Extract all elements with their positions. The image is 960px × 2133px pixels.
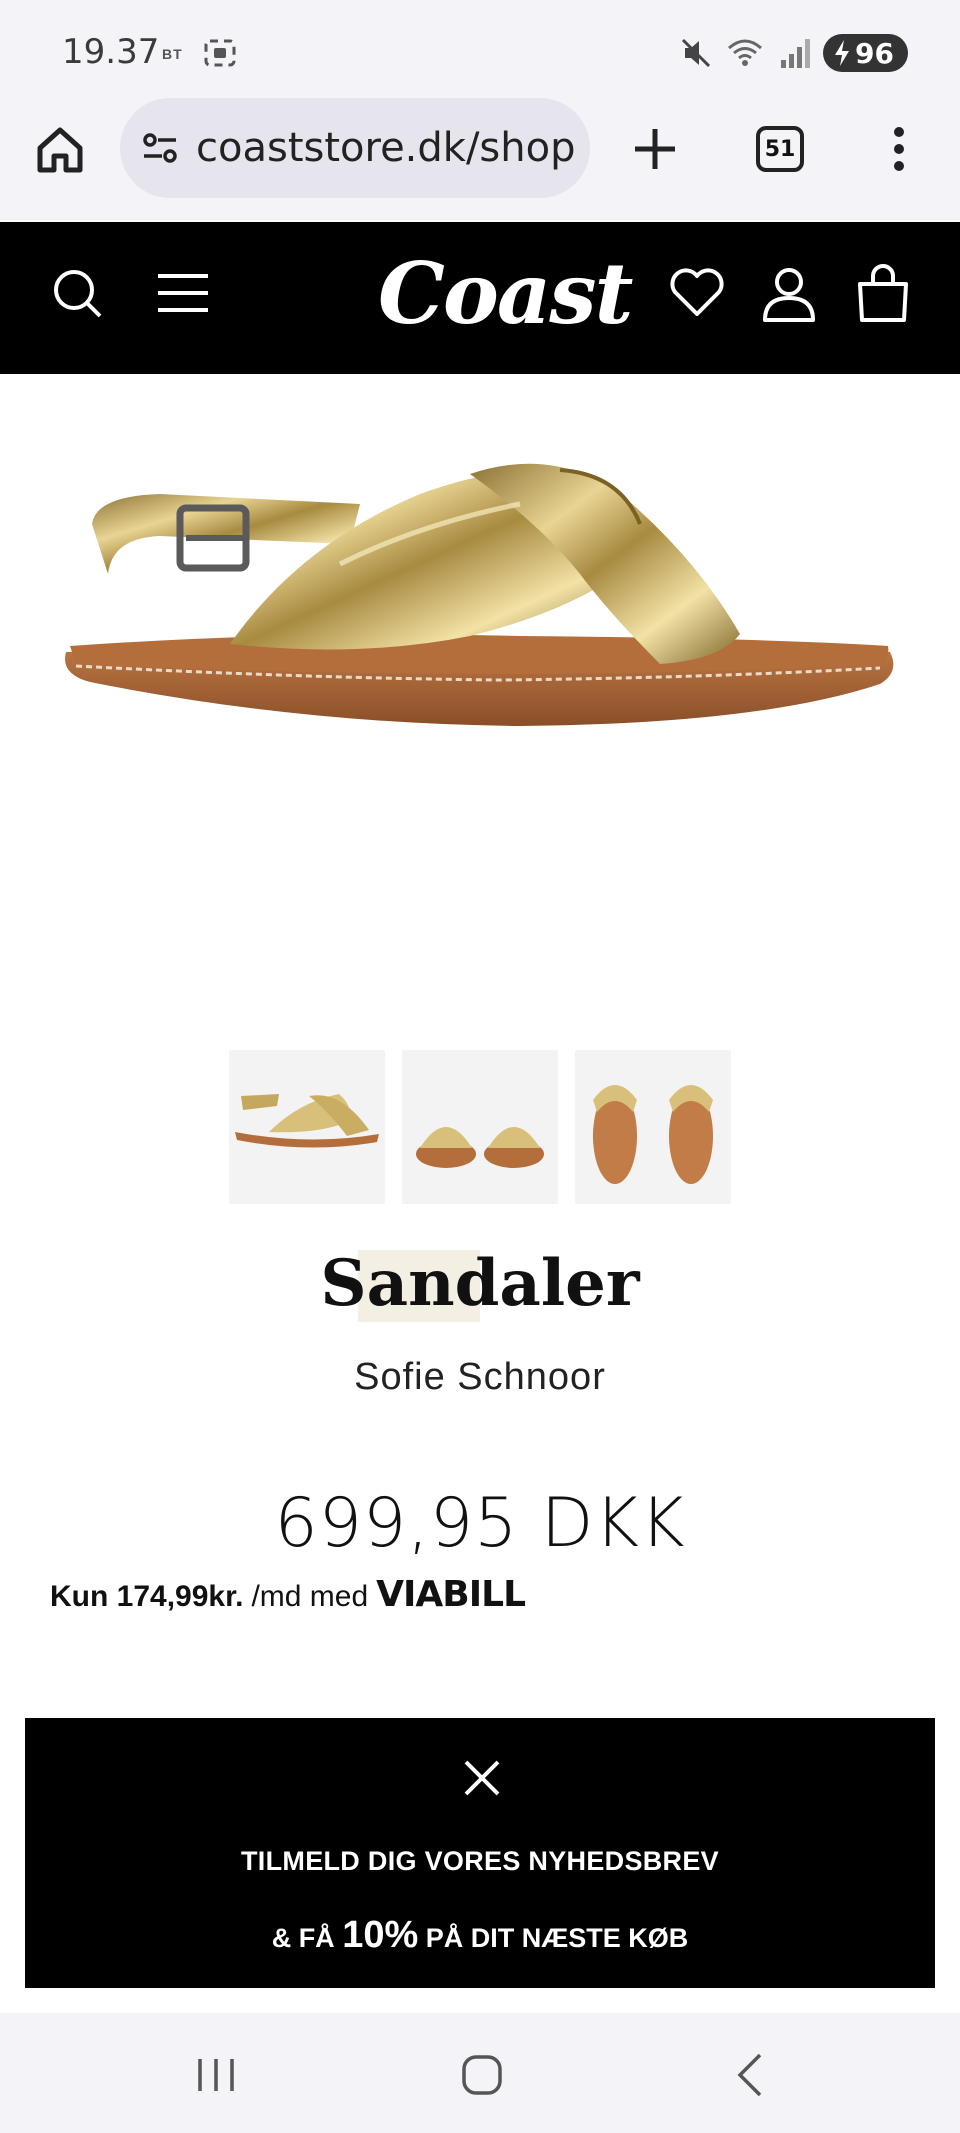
menu-icon[interactable] (152, 262, 214, 324)
thumbnail-back-view[interactable] (575, 1050, 731, 1204)
site-settings-icon[interactable] (140, 128, 180, 168)
tab-switcher-button[interactable]: 51 (756, 126, 804, 172)
recent-apps-icon[interactable] (186, 2045, 246, 2105)
thumbnail-side-view[interactable] (229, 1050, 385, 1204)
screenshot-icon (204, 39, 236, 67)
wishlist-heart-icon[interactable] (666, 262, 728, 324)
newsletter-offer: & FÅ 10% PÅ DIT NÆSTE KØB (25, 1914, 935, 1957)
search-icon[interactable] (46, 262, 108, 324)
url-text[interactable]: coaststore.dk/shop (196, 125, 575, 171)
status-right: 96 (679, 34, 908, 72)
home-icon[interactable] (34, 124, 86, 176)
new-tab-icon[interactable] (630, 124, 680, 174)
offer-discount: 10% (342, 1914, 419, 1956)
signal-icon (781, 39, 811, 68)
offer-suffix: PÅ DIT NÆSTE KØB (425, 1923, 689, 1953)
product-main-image[interactable] (0, 374, 960, 1014)
installment-info[interactable]: Kun 174,99kr. /md med VIABILL (50, 1574, 526, 1615)
close-icon[interactable] (462, 1758, 502, 1798)
charging-icon (835, 40, 850, 66)
mute-icon (681, 38, 711, 68)
account-icon[interactable] (758, 262, 820, 324)
status-time: 19.37 (62, 32, 160, 72)
system-nav-bar (0, 2013, 960, 2133)
status-bt-label: BT (162, 46, 183, 62)
browser-toolbar: coaststore.dk/shop 51 (0, 98, 960, 220)
installment-text: /md med (251, 1580, 369, 1613)
shopping-bag-icon[interactable] (852, 262, 914, 324)
wifi-icon (728, 39, 763, 66)
site-header: Coast (0, 222, 960, 374)
status-bar: 19.37 BT 96 (0, 0, 960, 98)
viabill-logo: VIABILL (376, 1574, 526, 1615)
home-nav-icon[interactable] (452, 2045, 512, 2105)
thumbnail-strip (229, 1050, 731, 1204)
more-options-icon[interactable] (884, 124, 914, 174)
battery-indicator: 96 (823, 34, 908, 72)
thumbnail-front-view[interactable] (402, 1050, 558, 1204)
product-brand[interactable]: Sofie Schnoor (0, 1356, 960, 1399)
address-bar[interactable]: coaststore.dk/shop (120, 98, 590, 198)
newsletter-popup[interactable]: TILMELD DIG VORES NYHEDSBREV & FÅ 10% PÅ… (25, 1718, 935, 1988)
coast-logo[interactable]: Coast (378, 244, 633, 343)
product-title: Sandaler (320, 1246, 640, 1321)
battery-level: 96 (855, 36, 894, 70)
offer-prefix: & FÅ (271, 1923, 335, 1953)
newsletter-headline: TILMELD DIG VORES NYHEDSBREV (241, 1846, 719, 1876)
tab-count: 51 (764, 136, 796, 162)
installment-amount: Kun 174,99kr. (50, 1580, 244, 1613)
product-price: 699,95 DKK (274, 1484, 686, 1563)
back-icon[interactable] (722, 2045, 782, 2105)
